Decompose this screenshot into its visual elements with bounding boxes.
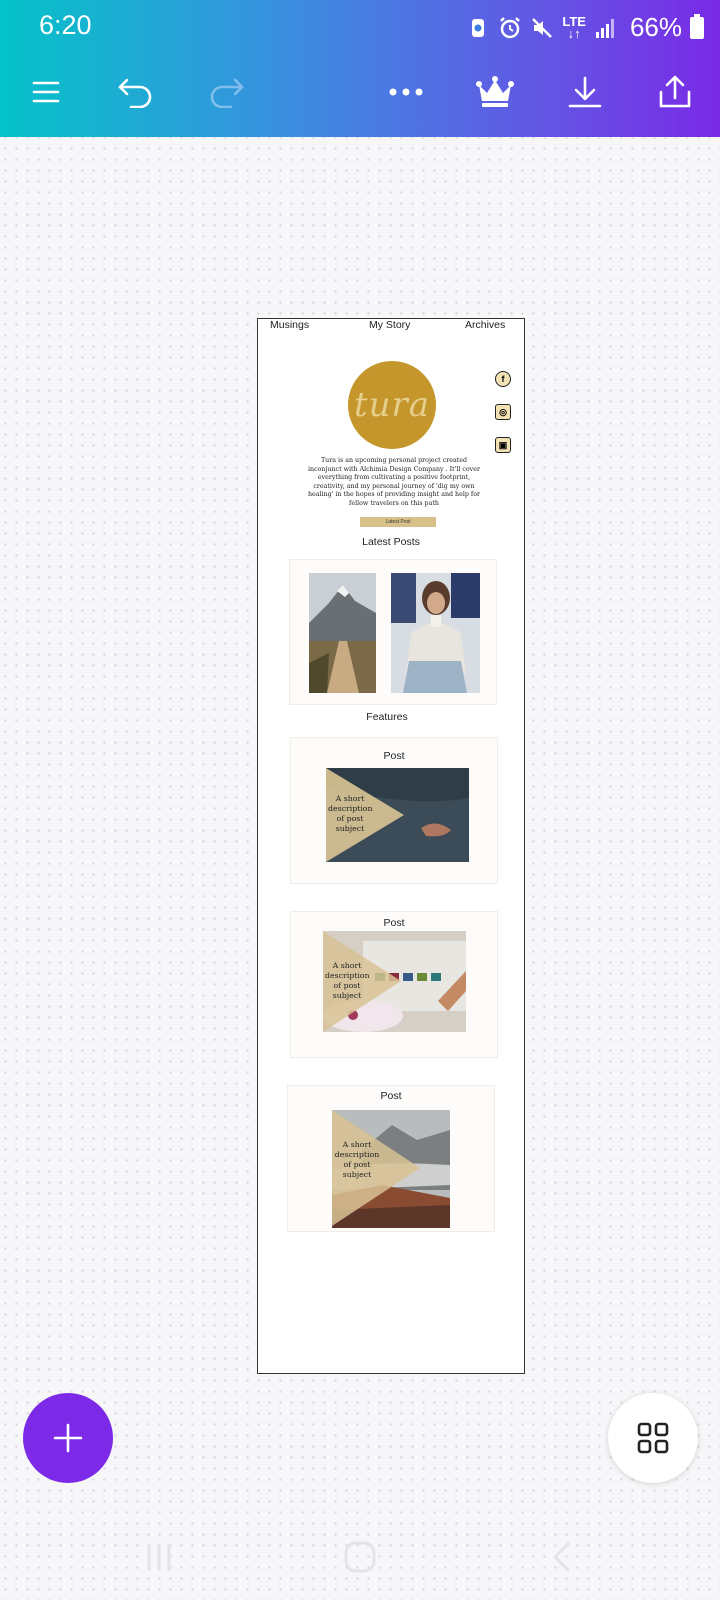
plus-icon [53,1423,83,1453]
undo-icon [118,78,152,108]
mute-icon [532,17,553,38]
hamburger-icon [32,81,60,103]
crown-icon [476,76,514,107]
battery-icon [690,13,704,39]
signal-icon [595,18,614,38]
post-label-2: Post [383,917,405,929]
status-bar: 6:20 LTE ↓↑ 66% [0,0,720,55]
menu-button[interactable] [18,64,74,120]
mountain-photo[interactable] [309,573,376,693]
add-element-button[interactable] [23,1393,113,1483]
post-photo-3[interactable]: A short description of post subject [332,1110,450,1228]
pages-grid-button[interactable] [608,1393,698,1483]
post-card-3[interactable]: Post A short description of post subject [287,1085,495,1232]
redo-icon [210,78,244,108]
grid-icon [637,1422,669,1454]
post-photo-2[interactable]: A short description of post subject [323,931,466,1032]
camera-icon[interactable]: ▣ [495,437,511,453]
design-page[interactable]: Musings My Story Archives tura f ◎ ▣ Tur… [257,318,525,1374]
share-button[interactable] [647,64,703,120]
features-title[interactable]: Features [254,711,520,723]
logo-text: tura [353,385,431,425]
latest-posts-card[interactable] [289,559,497,705]
battery-percent: 66% [629,12,682,42]
post-caption-2: A short description of post subject [325,961,370,1000]
post-caption-3: A short description of post subject [334,1140,380,1179]
network-type: LTE ↓↑ [562,13,586,41]
post-photo-1[interactable]: A short description of post subject [326,768,469,862]
recents-icon [147,1543,171,1571]
mountain-image [309,573,376,693]
post-label-3: Post [380,1090,402,1102]
status-icons: LTE ↓↑ 66% [466,12,704,43]
tura-logo[interactable]: tura [348,361,436,449]
premium-button[interactable] [467,64,523,120]
latest-posts-title[interactable]: Latest Posts [258,536,524,548]
facebook-icon[interactable]: f [495,371,511,387]
nav-archives[interactable]: Archives [465,319,505,331]
post-card-2[interactable]: Post A short description of post subject [290,911,498,1058]
instagram-icon[interactable]: ◎ [495,404,511,420]
back-button[interactable] [540,1535,584,1579]
home-icon [344,1541,376,1573]
woman-laptop-image [391,573,480,693]
latest-post-button[interactable]: Latest Post [360,517,436,527]
download-icon [568,76,602,108]
post-card-1[interactable]: Post A short description of post subject [290,737,498,884]
intro-blurb[interactable]: Tura is an upcoming personal project cre… [308,457,480,509]
nav-my-story[interactable]: My Story [369,319,410,331]
post-caption-1: A short description of post subject [328,794,373,833]
undo-button[interactable] [108,64,164,120]
redo-button[interactable] [198,64,254,120]
coffee-woman-photo[interactable] [391,573,480,693]
nav-musings[interactable]: Musings [270,319,309,331]
app-header: 6:20 LTE ↓↑ 66% [0,0,720,137]
home-button[interactable] [338,1535,382,1579]
design-nav: Musings My Story Archives [258,319,524,333]
post-label-1: Post [383,750,405,762]
recents-button[interactable] [137,1535,181,1579]
back-icon [553,1542,570,1572]
download-button[interactable] [557,64,613,120]
status-time: 6:20 [39,10,92,40]
data-saver-icon [472,18,485,37]
more-button[interactable] [378,64,434,120]
more-dots-icon [389,88,423,96]
alarm-icon [500,16,521,38]
share-icon [659,75,691,108]
